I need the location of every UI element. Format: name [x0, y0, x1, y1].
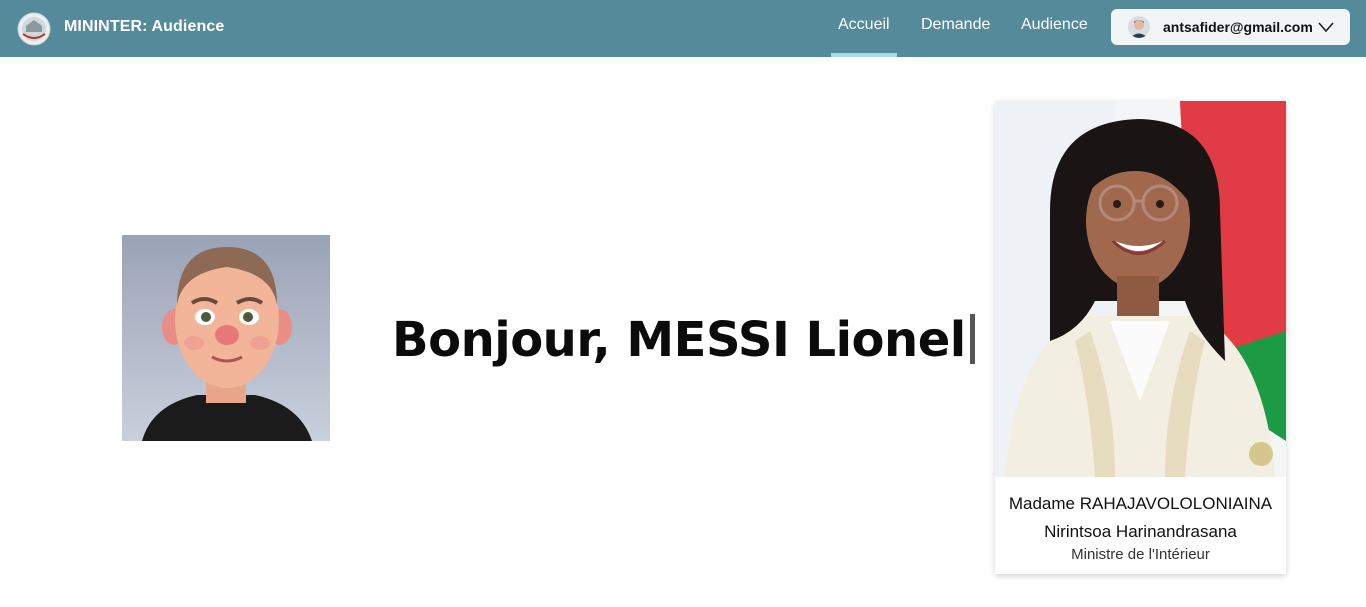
user-menu-button[interactable]: antsafider@gmail.com — [1111, 9, 1350, 45]
nav-accueil[interactable]: Accueil — [838, 16, 890, 34]
nav-audience[interactable]: Audience — [1021, 16, 1088, 34]
minister-name-line1: Madame RAHAJAVOLOLONIAINA — [1008, 494, 1273, 513]
user-email: antsafider@gmail.com — [1163, 19, 1313, 35]
minister-name: Madame RAHAJAVOLOLONIAINA Nirintsoa Hari… — [995, 490, 1286, 546]
greeting-heading: Bonjour, MESSI Lionel — [392, 312, 975, 368]
minister-card: Madame RAHAJAVOLOLONIAINA Nirintsoa Hari… — [995, 101, 1286, 574]
typing-cursor — [969, 314, 975, 364]
user-avatar — [1128, 16, 1150, 38]
chevron-down-icon[interactable] — [1318, 20, 1334, 34]
greeting-text: Bonjour, MESSI Lionel — [392, 312, 966, 368]
minister-role: Ministre de l'Intérieur — [1071, 546, 1210, 563]
brand-title[interactable]: MININTER: Audience — [64, 18, 224, 36]
active-tab-indicator — [831, 53, 897, 57]
profile-picture — [122, 235, 330, 441]
minister-name-line2: Nirintsoa Harinandrasana — [1044, 522, 1237, 541]
top-navbar: MININTER: Audience Accueil Demande Audie… — [0, 0, 1366, 57]
emblem-logo[interactable] — [17, 12, 51, 46]
nav-demande[interactable]: Demande — [921, 16, 990, 34]
minister-photo — [995, 101, 1286, 477]
